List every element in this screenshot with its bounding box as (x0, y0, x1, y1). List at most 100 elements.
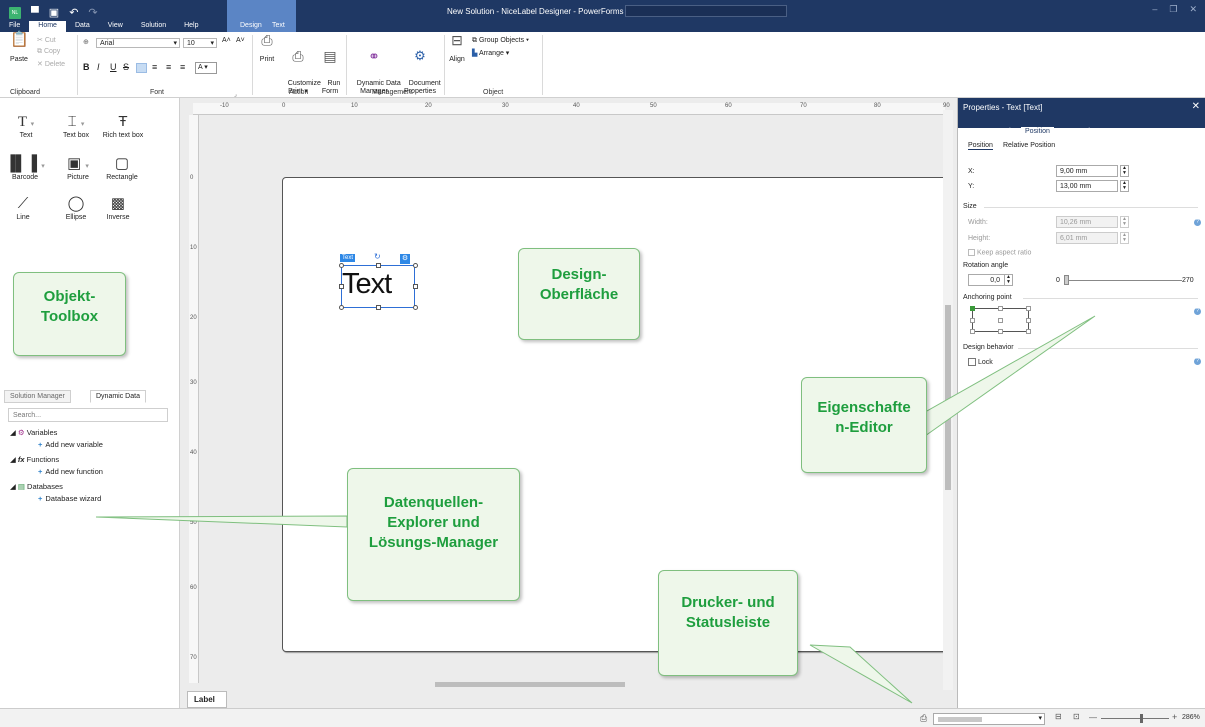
justify-icon[interactable]: ≡ (180, 62, 185, 72)
horizontal-scrollbar[interactable] (201, 680, 939, 689)
rotation-stepper[interactable]: ▲ ▼ (1004, 274, 1013, 286)
keep-aspect-checkbox[interactable]: Keep aspect ratio (968, 249, 1031, 256)
print-button[interactable]: ⎙ Print (256, 33, 278, 64)
lock-checkbox[interactable]: Lock (968, 358, 993, 366)
zoom-slider-track[interactable] (1101, 718, 1169, 719)
undo-icon[interactable]: ↶ (69, 6, 78, 19)
anchor-point[interactable] (998, 329, 1003, 334)
anchor-point[interactable] (998, 318, 1003, 323)
font-family-select[interactable]: Arial ▾ (96, 38, 180, 48)
font-color-icon[interactable]: ⊕ (83, 38, 89, 46)
shrink-font-icon[interactable]: A˅ (236, 37, 245, 44)
open-folder-icon[interactable]: ▀ (31, 7, 39, 19)
close-icon[interactable]: ✕ (1192, 101, 1200, 112)
close-icon[interactable]: ✕ (1189, 4, 1197, 15)
resize-handle[interactable] (339, 284, 344, 289)
strikethrough-icon[interactable]: S (123, 62, 129, 72)
tool-text[interactable]: T ▾ Text (6, 112, 46, 139)
tab-general[interactable]: General (1061, 127, 1094, 136)
help-icon[interactable]: ? (1194, 358, 1201, 365)
x-input[interactable]: 9,00 mm (1056, 165, 1118, 177)
delete-button[interactable]: ✕ Delete (37, 60, 65, 68)
width-stepper[interactable]: ▲ ▼ (1120, 216, 1129, 228)
anchor-point[interactable] (970, 318, 975, 323)
run-form-button[interactable]: ▤ Run Form (318, 36, 342, 104)
fit-width-icon[interactable]: ⊡ (1073, 712, 1080, 721)
y-stepper[interactable]: ▲ ▼ (1120, 180, 1129, 192)
anchor-point[interactable] (970, 329, 975, 334)
help-icon[interactable]: ? (1194, 308, 1201, 315)
align-center-icon[interactable]: ≡ (152, 62, 157, 72)
rotation-slider-track[interactable] (1064, 280, 1182, 281)
y-input[interactable]: 13,00 mm (1056, 180, 1118, 192)
minimize-icon[interactable]: – (1152, 4, 1157, 15)
tab-solution-manager[interactable]: Solution Manager (4, 390, 71, 403)
resize-handle[interactable] (376, 263, 381, 268)
resize-handle[interactable] (339, 263, 344, 268)
zoom-out-icon[interactable]: — (1089, 713, 1097, 722)
restore-icon[interactable]: ❐ (1169, 4, 1177, 15)
scroll-thumb[interactable] (435, 682, 625, 687)
title-search-box[interactable] (625, 5, 787, 17)
tab-text[interactable]: Text (263, 21, 294, 32)
rotate-handle-icon[interactable]: ↻ (374, 252, 381, 261)
zoom-slider-thumb[interactable] (1140, 714, 1143, 723)
anchor-point[interactable] (1026, 306, 1031, 311)
object-settings-icon[interactable]: ⚙ (400, 254, 410, 264)
resize-handle[interactable] (339, 305, 344, 310)
tool-ellipse[interactable]: ◯ Ellipse (56, 194, 96, 221)
tab-solution[interactable]: Solution (132, 21, 175, 32)
tree-node-functions[interactable]: ◢ fx Functions (10, 455, 59, 464)
paste-button[interactable]: 📋 Paste (8, 32, 30, 64)
help-icon[interactable]: ? (1194, 219, 1201, 226)
anchoring-point-picker[interactable] (970, 306, 1031, 334)
anchor-point[interactable] (1026, 318, 1031, 323)
bold-icon[interactable]: B (83, 62, 90, 72)
resize-handle[interactable] (376, 305, 381, 310)
cut-button[interactable]: ✂ Cut (37, 36, 56, 44)
anchor-point[interactable] (1026, 329, 1031, 334)
text-color-picker[interactable]: A ▾ (195, 62, 217, 74)
fit-page-icon[interactable]: ⊟ (1055, 712, 1062, 721)
explorer-search-input[interactable]: Search... (8, 408, 168, 422)
arrange-button[interactable]: ▙ Arrange ▾ (472, 49, 509, 57)
printer-icon[interactable]: ⎙ (920, 713, 927, 724)
add-function-item[interactable]: + Add new function (38, 467, 103, 476)
tab-dynamic-data[interactable]: Dynamic Data (90, 390, 146, 403)
italic-icon[interactable]: I (97, 62, 100, 72)
grow-font-icon[interactable]: A˄ (222, 37, 231, 44)
anchor-point-selected[interactable] (970, 306, 975, 311)
tab-label[interactable]: Label (187, 691, 227, 708)
font-size-select[interactable]: 10 ▾ (183, 38, 217, 48)
database-wizard-item[interactable]: + Database wizard (38, 494, 101, 503)
group-objects-button[interactable]: ⧉ Group Objects ▾ (472, 37, 529, 45)
tab-source[interactable]: Source (962, 127, 992, 136)
subtab-relative-position[interactable]: Relative Position (1003, 142, 1055, 149)
tab-position[interactable]: Position (1021, 127, 1054, 136)
tab-data[interactable]: Data (66, 21, 99, 32)
tool-rectangle[interactable]: ▢ Rectangle (102, 154, 142, 181)
height-stepper[interactable]: ▲ ▼ (1120, 232, 1129, 244)
resize-handle[interactable] (413, 305, 418, 310)
dialog-launcher-icon[interactable]: ⌟ (234, 91, 237, 98)
vertical-scrollbar[interactable] (943, 110, 953, 690)
tool-inverse[interactable]: ▩ Inverse (98, 194, 138, 221)
tab-style[interactable]: Style (995, 127, 1019, 136)
scroll-thumb[interactable] (945, 305, 951, 490)
tool-line[interactable]: ⟋ Line (8, 194, 38, 221)
tab-home[interactable]: Home (29, 21, 66, 32)
printer-select[interactable]: ▾ (933, 713, 1045, 725)
tool-textbox[interactable]: ⌶ ▾ Text box (56, 112, 96, 139)
align-button[interactable]: ⊟ Align (447, 33, 467, 64)
resize-handle[interactable] (413, 284, 418, 289)
x-stepper[interactable]: ▲ ▼ (1120, 165, 1129, 177)
add-variable-item[interactable]: + Add new variable (38, 440, 103, 449)
copy-button[interactable]: ⧉ Copy (37, 48, 60, 56)
subtab-position[interactable]: Position (968, 142, 993, 150)
save-icon[interactable]: ▣ (49, 6, 59, 19)
tool-picture[interactable]: ▣ ▾ Picture (58, 154, 98, 181)
rotation-slider-thumb[interactable] (1064, 275, 1069, 285)
height-input[interactable]: 6,01 mm (1056, 232, 1118, 244)
tool-richtext[interactable]: Ŧ Rich text box (96, 112, 150, 139)
resize-handle[interactable] (413, 263, 418, 268)
